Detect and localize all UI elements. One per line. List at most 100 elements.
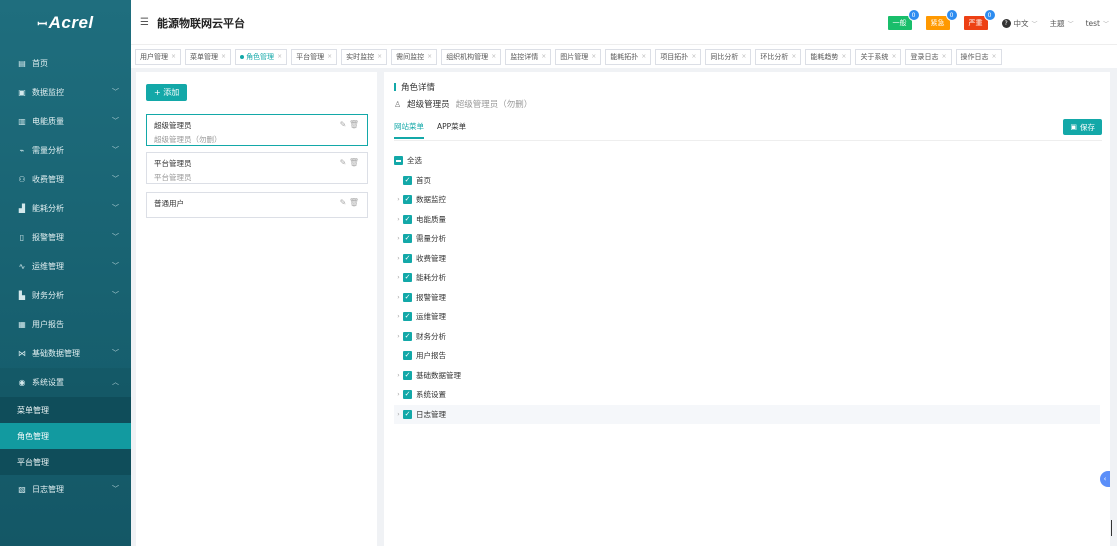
close-icon[interactable]: ×: [327, 53, 332, 60]
sidebar-item-settings[interactable]: ◉ 系统设置 ︿: [0, 368, 131, 397]
close-icon[interactable]: ×: [491, 53, 496, 60]
menu-checkbox[interactable]: ✓: [403, 312, 412, 322]
close-icon[interactable]: ×: [377, 53, 382, 60]
tab-item[interactable]: 用户管理 ×: [135, 48, 182, 65]
expand-arrow-icon[interactable]: ›: [394, 196, 403, 203]
expand-arrow-icon[interactable]: ›: [394, 255, 403, 262]
tab-item[interactable]: 能耗趋势 ×: [805, 48, 852, 65]
expand-arrow-icon[interactable]: ›: [394, 235, 403, 242]
tab-item[interactable]: 角色管理 ×: [235, 48, 288, 65]
tab-item[interactable]: 图片管理 ×: [555, 48, 602, 65]
menu-checkbox[interactable]: ✓: [403, 175, 412, 185]
expand-arrow-icon[interactable]: ›: [394, 333, 403, 340]
theme-select[interactable]: 主题 ﹀: [1050, 18, 1074, 29]
acrel-logo[interactable]: ꟷ Acrel: [0, 0, 131, 46]
menu-tree-node[interactable]: › ✓ 日志管理: [394, 404, 1100, 424]
sidebar-item-billing[interactable]: ⚇ 收费管理 ﹀: [0, 165, 131, 194]
tab-item[interactable]: 项目拓扑 ×: [655, 48, 702, 65]
tab-item[interactable]: 环比分析 ×: [755, 48, 802, 65]
expand-arrow-icon[interactable]: ›: [394, 294, 403, 301]
tab-item[interactable]: 实时监控 ×: [341, 48, 388, 65]
close-icon[interactable]: ×: [791, 53, 796, 60]
tab-item[interactable]: 能耗拓扑 ×: [605, 48, 652, 65]
sidebar-item-maintenance[interactable]: ∿ 运维管理 ﹀: [0, 252, 131, 281]
menu-tree-node[interactable]: › ✓ 数据监控: [394, 190, 1100, 210]
close-icon[interactable]: ×: [541, 53, 546, 60]
close-icon[interactable]: ×: [221, 53, 226, 60]
tab-app-menu[interactable]: APP菜单: [437, 121, 466, 139]
menu-tree-node[interactable]: ✓ 用户报告: [394, 346, 1100, 366]
menu-checkbox[interactable]: ✓: [403, 234, 412, 244]
tab-item[interactable]: 组织机构管理 ×: [441, 48, 502, 65]
sidebar-item-base-data[interactable]: ⋈ 基础数据管理 ﹀: [0, 339, 131, 368]
edit-icon[interactable]: ✎: [340, 120, 347, 129]
close-icon[interactable]: ×: [691, 53, 696, 60]
tab-item[interactable]: 平台管理 ×: [291, 48, 338, 65]
role-card[interactable]: 平台管理员 平台管理员 ✎ 🗑: [146, 152, 368, 184]
menu-checkbox[interactable]: ✓: [403, 331, 412, 341]
close-icon[interactable]: ×: [741, 53, 746, 60]
menu-checkbox[interactable]: ✓: [403, 390, 412, 400]
tab-web-menu[interactable]: 网站菜单: [394, 121, 424, 139]
menu-checkbox[interactable]: ✓: [403, 214, 412, 224]
close-icon[interactable]: ×: [992, 53, 997, 60]
user-menu[interactable]: test ﹀: [1086, 19, 1109, 28]
menu-tree-node[interactable]: ✓ 首页: [394, 171, 1100, 191]
sidebar-item-log[interactable]: ▧ 日志管理 ﹀: [0, 475, 131, 504]
close-icon[interactable]: ×: [591, 53, 596, 60]
expand-arrow-icon[interactable]: ›: [394, 411, 403, 418]
select-all-checkbox[interactable]: [394, 156, 403, 166]
menu-checkbox[interactable]: ✓: [403, 292, 412, 302]
menu-checkbox[interactable]: ✓: [403, 273, 412, 283]
menu-tree-node[interactable]: › ✓ 收费管理: [394, 249, 1100, 269]
delete-icon[interactable]: 🗑: [349, 120, 359, 129]
expand-arrow-icon[interactable]: ›: [394, 372, 403, 379]
menu-tree-node[interactable]: › ✓ 报警管理: [394, 288, 1100, 308]
sidebar-subitem-menu-management[interactable]: 菜单管理: [0, 397, 131, 423]
menu-checkbox[interactable]: ✓: [403, 195, 412, 205]
close-icon[interactable]: ×: [171, 53, 176, 60]
menu-checkbox[interactable]: ✓: [403, 351, 412, 361]
menu-tree-node[interactable]: › ✓ 基础数据管理: [394, 366, 1100, 386]
select-all-row[interactable]: 全选: [394, 151, 1100, 171]
expand-arrow-icon[interactable]: ›: [394, 391, 403, 398]
sidebar-item-demand[interactable]: ⌁ 需量分析 ﹀: [0, 136, 131, 165]
add-role-button[interactable]: + 添加: [146, 84, 188, 101]
tab-item[interactable]: 操作日志 ×: [955, 48, 1002, 65]
alarm-level-urgent[interactable]: 紧急 0: [925, 9, 958, 30]
sidebar-item-data-monitor[interactable]: ▣ 数据监控 ﹀: [0, 78, 131, 107]
sidebar-item-home[interactable]: ▤ 首页: [0, 49, 131, 78]
sidebar-item-report[interactable]: ▦ 用户报告: [0, 310, 131, 339]
menu-checkbox[interactable]: ✓: [403, 409, 412, 419]
float-toggle-icon[interactable]: ‹: [1100, 471, 1110, 487]
menu-checkbox[interactable]: ✓: [403, 370, 412, 380]
menu-checkbox[interactable]: ✓: [403, 253, 412, 263]
sidebar-subitem-platform-management[interactable]: 平台管理: [0, 449, 131, 475]
menu-tree-node[interactable]: › ✓ 运维管理: [394, 307, 1100, 327]
tab-item[interactable]: 需间监控 ×: [391, 48, 438, 65]
save-button[interactable]: ▣ 保存: [1063, 119, 1102, 135]
edit-icon[interactable]: ✎: [340, 158, 347, 167]
sidebar-item-energy[interactable]: ▟ 能耗分析 ﹀: [0, 194, 131, 223]
menu-tree-node[interactable]: › ✓ 需量分析: [394, 229, 1100, 249]
delete-icon[interactable]: 🗑: [349, 198, 359, 207]
close-icon[interactable]: ×: [841, 53, 846, 60]
sidebar-item-alarm[interactable]: ▯ 报警管理 ﹀: [0, 223, 131, 252]
alarm-level-severe[interactable]: 严重 0: [963, 9, 996, 30]
menu-tree-node[interactable]: › ✓ 系统设置: [394, 385, 1100, 405]
expand-arrow-icon[interactable]: ›: [394, 313, 403, 320]
menu-tree-node[interactable]: › ✓ 财务分析: [394, 327, 1100, 347]
alarm-level-normal[interactable]: 一般 0: [887, 9, 920, 30]
tab-item[interactable]: 菜单管理 ×: [185, 48, 232, 65]
language-select[interactable]: ? 中文 ﹀: [1001, 18, 1038, 29]
close-icon[interactable]: ×: [427, 53, 432, 60]
delete-icon[interactable]: 🗑: [349, 158, 359, 167]
role-card[interactable]: 普通用户 ✎ 🗑: [146, 192, 368, 218]
edit-icon[interactable]: ✎: [340, 198, 347, 207]
tab-item[interactable]: 监控详情 ×: [505, 48, 552, 65]
sidebar-subitem-role-management[interactable]: 角色管理: [0, 423, 131, 449]
close-icon[interactable]: ×: [941, 53, 946, 60]
sidebar-item-finance[interactable]: ▙ 财务分析 ﹀: [0, 281, 131, 310]
close-icon[interactable]: ×: [641, 53, 646, 60]
sidebar-item-power-quality[interactable]: ▥ 电能质量 ﹀: [0, 107, 131, 136]
